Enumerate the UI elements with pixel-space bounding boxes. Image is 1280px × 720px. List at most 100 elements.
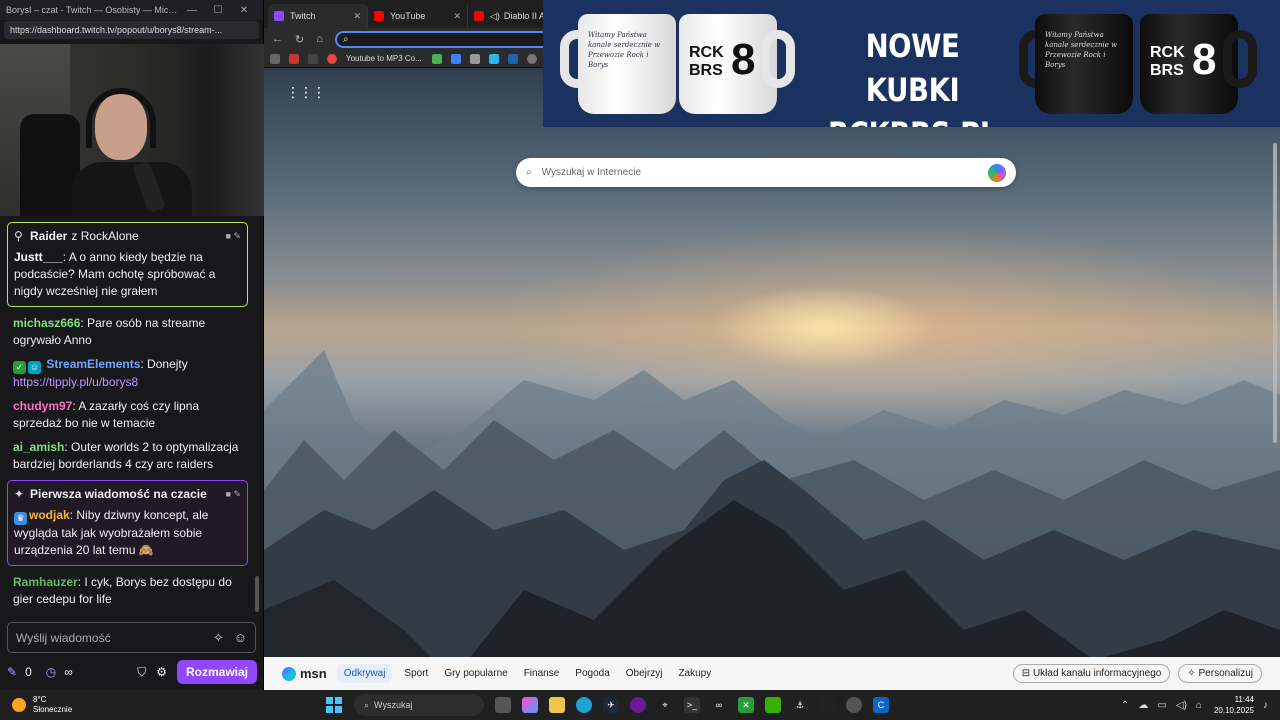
infinity-app-icon[interactable]: ∞ [711,697,727,713]
card-tools-icon[interactable]: ■ ✎ [226,228,241,245]
youtube-icon [474,11,484,21]
chat-message: chudym97: A zazarły coś czy lipna sprzed… [13,398,248,432]
start-button[interactable] [326,697,342,713]
file-explorer-icon[interactable] [549,697,565,713]
weather-widget[interactable]: 8°C Słonecznie [12,695,302,715]
address-bar[interactable]: ⌕ [334,30,555,48]
chat-scrollbar[interactable] [255,576,259,612]
chat-username[interactable]: Justt___ [14,250,63,264]
cloud-icon[interactable]: ☁ [1138,700,1148,711]
temperature: 8°C [33,695,47,704]
drive-icon[interactable] [431,53,442,64]
web-search-box[interactable]: ⌕ Wyszukaj w Internecie [516,158,1016,187]
nav-popular-games[interactable]: Gry popularne [444,668,507,679]
chat-username[interactable]: ai_amish [13,440,64,454]
chat-username[interactable]: chudym97 [13,399,72,413]
gear-icon[interactable]: ⚙ [156,665,167,679]
chat-window-title: BorysI – czat - Twitch — Osobisty — Micr… [6,5,179,15]
apps-grid-icon[interactable]: ⋮⋮⋮ [286,84,326,101]
refresh-icon[interactable]: ↻ [295,33,304,46]
chat-send-button[interactable]: Rozmawiaj [176,660,257,684]
anchor-icon[interactable]: ⚓ [792,697,808,713]
speaker-icon[interactable]: ◁) [490,11,500,22]
bookmark-icon[interactable] [270,53,280,64]
game-app-icon[interactable] [765,697,781,713]
close-icon[interactable]: ✕ [231,5,257,16]
msn-feed-bar: msn Odkrywaj Sport Gry popularne Finanse… [264,657,1280,690]
feed-layout-button[interactable]: ⊟ Układ kanału informacyjnego [1012,664,1171,683]
bookmark-icon[interactable] [469,53,480,64]
chat-input[interactable]: Wyślij wiadomość ✧ ☺ [7,622,256,653]
task-view-icon[interactable] [495,697,511,713]
media-icon[interactable] [846,697,862,713]
notification-icon[interactable]: ⌂ [1196,700,1202,711]
back-icon[interactable]: ← [272,33,283,45]
copilot-taskbar-icon[interactable] [522,697,538,713]
mug-advert-banner: Witamy Państwa kanale serdecznie w Przew… [543,0,1280,127]
close-tab-icon[interactable]: ✕ [353,11,361,22]
gmail-icon[interactable] [289,53,299,64]
edge-icon[interactable] [576,697,592,713]
windows-taskbar: 8°C Słonecznie ⌕ Wyszukaj ✈ ⌖ >_ ∞ ✕ ⚓ C … [0,690,1280,720]
taskbar-search[interactable]: ⌕ Wyszukaj [354,694,484,716]
chat-message: Ramhauzer: I cyk, Borys bez dostępu do g… [13,574,248,608]
nav-weather[interactable]: Pogoda [575,668,609,679]
nav-shopping[interactable]: Zakupy [678,668,711,679]
nav-sport[interactable]: Sport [404,668,428,679]
white-mug-script: Witamy Państwa kanale serdecznie w Przew… [578,14,676,114]
obs-icon[interactable] [630,697,646,713]
chat-username[interactable]: michasz666 [13,316,80,330]
search-icon: ⌕ [342,33,349,45]
volume-icon[interactable]: ◁) [1176,700,1187,711]
bookmark-icon[interactable] [488,53,499,64]
card-tools-icon[interactable]: ■ ✎ [226,486,241,503]
page-scrollbar[interactable] [1273,143,1277,443]
nav-discover[interactable]: Odkrywaj [336,664,393,683]
personalize-label: Personalizuj [1198,668,1253,679]
terminal-icon[interactable]: >_ [684,697,700,713]
chat-message-list: ⚲ Raider z RockAlone ■ ✎ Justt___: A o a… [0,222,264,617]
shield-icon[interactable]: ⛉ [137,665,146,680]
clock[interactable]: 11:44 20.10.2025 [1214,694,1254,716]
network-icon[interactable]: ▭ [1157,700,1166,711]
bookmark-icon[interactable] [450,53,461,64]
channel-points-icon[interactable]: ✎ [7,665,17,679]
home-icon[interactable]: ⌂ [316,33,323,45]
tab-youtube[interactable]: YouTube ✕ [368,4,468,28]
maximize-icon[interactable]: ☐ [205,5,231,16]
bookmark-icon[interactable] [308,53,318,64]
bell-icon[interactable]: ♪ [1263,700,1268,711]
verified-badge-icon: ✓ [13,361,26,374]
search-placeholder: Wyszukaj w Internecie [541,167,641,178]
chat-username[interactable]: StreamElements [46,357,140,371]
tab-twitch[interactable]: Twitch ✕ [268,4,368,28]
bookmark-icon[interactable] [507,53,518,64]
nav-finance[interactable]: Finanse [524,668,560,679]
xbox-icon[interactable]: ✕ [738,697,754,713]
effects-icon[interactable]: ✧ [213,630,224,646]
msn-logo[interactable]: msn [282,666,327,681]
copilot-icon[interactable] [988,163,1006,182]
chat-message: ai_amish: Outer worlds 2 to optymalizacj… [13,439,248,473]
streamdeck-icon[interactable] [819,697,835,713]
chat-username[interactable]: wodjak [29,508,70,522]
steam-icon[interactable]: ✈ [603,697,619,713]
msn-butterfly-icon [282,666,296,681]
minimize-icon[interactable]: — [179,5,205,16]
maps-icon[interactable]: ⌖ [657,697,673,713]
nav-watch[interactable]: Obejrzyj [626,668,663,679]
close-tab-icon[interactable]: ✕ [453,11,461,22]
personalize-button[interactable]: ✧ Personalizuj [1178,664,1262,683]
chevron-up-icon[interactable]: ⌃ [1121,700,1129,711]
youtube-mp3-icon[interactable] [327,53,337,64]
chat-link[interactable]: https://tipply.pl/u/borys8 [13,375,138,389]
app-icon[interactable]: C [873,697,889,713]
emote-picker-icon[interactable]: ☺ [234,630,247,645]
youtube-icon [374,11,384,21]
chat-message: ✓ ☺ StreamElements: Donejty https://tippl… [13,356,248,391]
raid-icon: ⚲ [14,229,23,243]
chat-username[interactable]: Ramhauzer [13,575,78,589]
timer-icon[interactable]: ◷ [46,665,56,679]
bookmark-icon[interactable] [526,53,537,64]
bookmark-youtube-mp3[interactable]: Youtube to MP3 Co... [346,54,422,63]
